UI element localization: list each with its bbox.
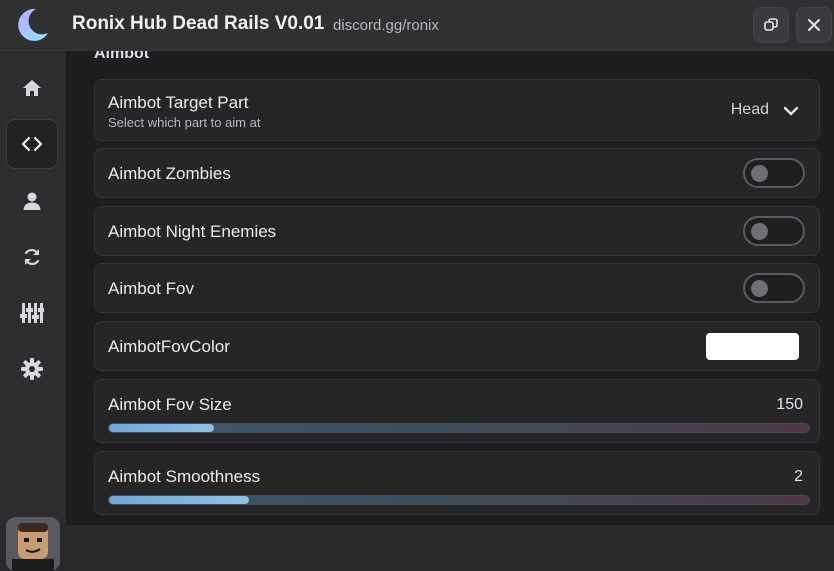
sidebar: [0, 51, 66, 571]
fov-size-slider[interactable]: [108, 423, 810, 433]
toggle-label: Aimbot Night Enemies: [108, 222, 277, 241]
target-part-dropdown[interactable]: Aimbot Target Part Select which part to …: [94, 79, 820, 141]
fov-color-swatch[interactable]: [706, 333, 799, 360]
avatar-icon: [6, 517, 60, 571]
slider-value: 2: [794, 468, 803, 485]
sidebar-item-refresh[interactable]: [6, 232, 58, 282]
slider-label: Aimbot Smoothness: [108, 467, 261, 486]
toggle-row[interactable]: Aimbot Night Enemies: [94, 206, 820, 256]
close-button[interactable]: [796, 7, 832, 43]
user-icon: [23, 192, 41, 210]
slider-row[interactable]: Aimbot Fov Size 150: [94, 379, 820, 443]
restore-icon: [764, 18, 778, 31]
sidebar-item-home[interactable]: [6, 63, 58, 113]
main-panel: Aimbot Aimbot Target Part Select which p…: [66, 51, 834, 525]
sidebar-item-settings[interactable]: [6, 344, 58, 394]
smoothness-slider[interactable]: [108, 495, 810, 505]
aimbot-zombies-toggle[interactable]: [743, 158, 805, 188]
toggle-knob: [751, 165, 768, 182]
chevron-down-icon: [783, 106, 799, 116]
slider-row[interactable]: Aimbot Smoothness 2: [94, 451, 820, 515]
fov-color-label: AimbotFovColor: [108, 337, 230, 356]
target-part-label: Aimbot Target Part: [108, 93, 249, 112]
target-part-value: Head: [730, 101, 769, 118]
toggle-row[interactable]: Aimbot Fov: [94, 263, 820, 313]
sidebar-item-player[interactable]: [6, 176, 58, 226]
sidebar-item-scripts[interactable]: [6, 119, 58, 169]
sidebar-item-settings-sliders[interactable]: [6, 288, 58, 338]
toggle-label: Aimbot Zombies: [108, 164, 231, 183]
fov-color-row[interactable]: AimbotFovColor: [94, 321, 820, 371]
code-icon: [21, 136, 43, 152]
moon-logo-icon: [18, 8, 48, 41]
home-icon: [23, 80, 41, 96]
toggle-label: Aimbot Fov: [108, 279, 194, 298]
discord-link[interactable]: discord.gg/ronix: [333, 17, 439, 34]
aimbot-night-enemies-toggle[interactable]: [743, 216, 805, 246]
window-title: Ronix Hub Dead Rails V0.01: [72, 13, 325, 34]
sliders-icon: [20, 303, 44, 323]
slider-label: Aimbot Fov Size: [108, 395, 232, 414]
slider-fill: [109, 496, 249, 504]
section-title: Aimbot: [94, 51, 150, 62]
target-part-description: Select which part to aim at: [108, 115, 261, 130]
restore-button[interactable]: [753, 7, 789, 43]
gear-icon: [21, 358, 43, 380]
toggle-knob: [751, 223, 768, 240]
title-bar: Ronix Hub Dead Rails V0.01 discord.gg/ro…: [0, 0, 834, 51]
aimbot-fov-toggle[interactable]: [743, 273, 805, 303]
avatar[interactable]: [6, 517, 60, 571]
slider-value: 150: [776, 396, 803, 413]
close-icon: [808, 19, 820, 31]
toggle-row[interactable]: Aimbot Zombies: [94, 148, 820, 198]
toggle-knob: [751, 280, 768, 297]
refresh-icon: [24, 248, 40, 266]
slider-fill: [109, 424, 214, 432]
